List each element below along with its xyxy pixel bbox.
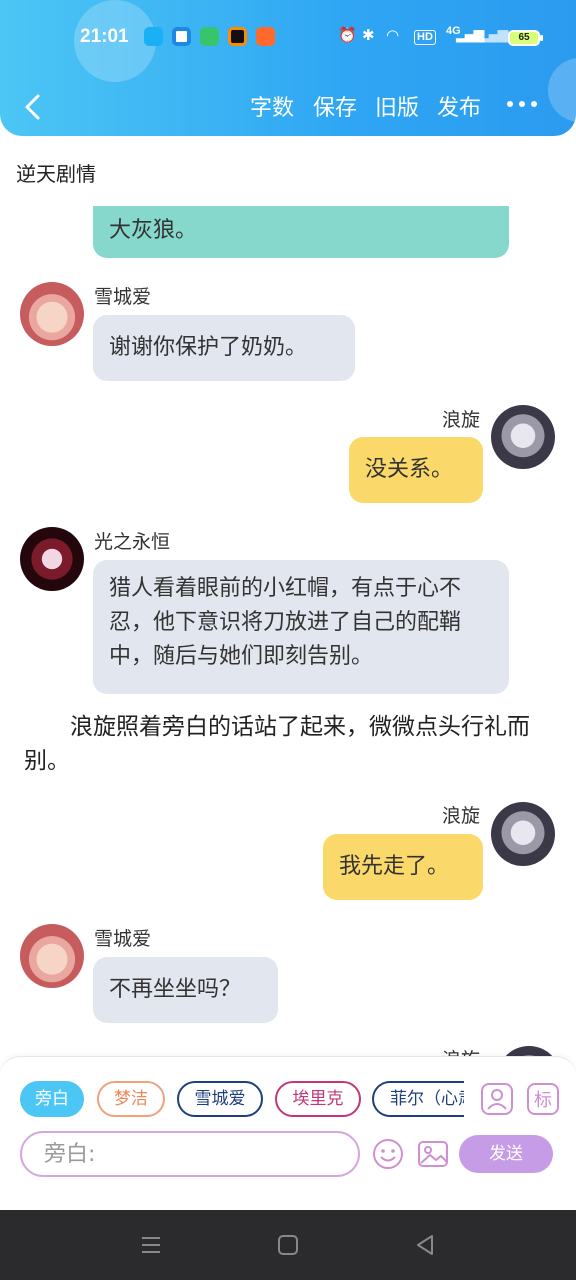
image-icon[interactable] bbox=[416, 1137, 450, 1171]
bluetooth-icon: ✱ bbox=[362, 26, 375, 44]
more-options-icon[interactable] bbox=[505, 96, 539, 112]
qq-icon bbox=[144, 27, 163, 46]
speaker-name: 浪旋 bbox=[442, 409, 481, 431]
alarm-icon: ⏰ bbox=[338, 26, 357, 44]
character-chip[interactable]: 雪城爱 bbox=[177, 1081, 263, 1117]
character-selector: 旁白 梦洁 雪城爱 埃里克 菲尔（心肃 bbox=[0, 1081, 464, 1121]
browser-icon bbox=[172, 27, 191, 46]
message-bubble[interactable]: 不再坐坐吗？ bbox=[93, 957, 278, 1023]
character-chip-narrator[interactable]: 旁白 bbox=[20, 1081, 84, 1117]
old-version-button[interactable]: 旧版 bbox=[375, 90, 419, 122]
back-icon[interactable] bbox=[20, 92, 50, 122]
emoji-icon[interactable] bbox=[371, 1137, 405, 1171]
speaker-name: 浪旋 bbox=[442, 805, 481, 827]
system-navigation-bar bbox=[0, 1210, 576, 1280]
composer-panel: 旁白 梦洁 雪城爱 埃里克 菲尔（心肃 标 发送 bbox=[0, 1056, 576, 1210]
signal-icon-2: ▂▄▆ bbox=[480, 27, 508, 43]
publish-button[interactable]: 发布 bbox=[437, 90, 481, 122]
menu-icon[interactable] bbox=[138, 1232, 164, 1258]
back-nav-icon[interactable] bbox=[412, 1232, 438, 1258]
battery-indicator: 65 bbox=[508, 30, 543, 46]
word-count-button[interactable]: 字数 bbox=[250, 90, 294, 122]
avatar[interactable] bbox=[20, 527, 84, 591]
character-chip[interactable]: 菲尔（心肃 bbox=[372, 1081, 464, 1117]
speaker-name: 雪城爱 bbox=[94, 286, 152, 308]
message-bubble[interactable]: 谢谢你保护了奶奶。 bbox=[93, 315, 355, 381]
avatar[interactable] bbox=[491, 802, 555, 866]
speaker-name: 雪城爱 bbox=[94, 928, 152, 950]
character-manage-icon[interactable] bbox=[481, 1083, 513, 1115]
tag-icon[interactable]: 标 bbox=[527, 1083, 559, 1115]
narration-text[interactable]: 浪旋照着旁白的话站了起来，微微点头行礼而别。 bbox=[24, 710, 544, 778]
home-icon[interactable] bbox=[275, 1232, 301, 1258]
send-button[interactable]: 发送 bbox=[459, 1135, 553, 1173]
wifi-icon: ◠ bbox=[386, 26, 400, 44]
message-bubble-partial[interactable]: 大灰狼。 bbox=[93, 206, 509, 258]
character-chip[interactable]: 埃里克 bbox=[275, 1081, 361, 1117]
avatar[interactable] bbox=[20, 282, 84, 346]
avatar[interactable] bbox=[20, 924, 84, 988]
speaker-name: 光之永恒 bbox=[94, 531, 171, 553]
hd-icon: HD bbox=[414, 30, 436, 45]
message-bubble[interactable]: 猎人看着眼前的小红帽，有点于心不忍，他下意识将刀放进了自己的配鞘中，随后与她们即… bbox=[93, 560, 509, 694]
status-time: 21:01 bbox=[80, 26, 129, 47]
save-button[interactable]: 保存 bbox=[313, 90, 357, 122]
status-bar: 21:01 ⏰ ✱ ◠ HD 4G ▂▄▆ ▂▄▆ 65 bbox=[0, 22, 576, 56]
message-bubble[interactable]: 没关系。 bbox=[349, 437, 483, 503]
story-title: 逆天剧情 bbox=[16, 162, 96, 186]
signal-icon: ▂▄▆ bbox=[456, 27, 484, 43]
shop-icon bbox=[256, 27, 275, 46]
avatar[interactable] bbox=[491, 405, 555, 469]
message-bubble[interactable]: 我先走了。 bbox=[323, 834, 483, 900]
wechat-mini-icon bbox=[200, 27, 219, 46]
header-nav: 字数 保存 旧版 发布 bbox=[0, 84, 576, 130]
app-icon bbox=[228, 27, 247, 46]
character-chip[interactable]: 梦洁 bbox=[97, 1081, 165, 1117]
message-input[interactable] bbox=[20, 1131, 360, 1177]
app-header: 21:01 ⏰ ✱ ◠ HD 4G ▂▄▆ ▂▄▆ 65 字数 保存 旧版 发布 bbox=[0, 0, 576, 136]
svg-text:标: 标 bbox=[534, 1090, 552, 1111]
